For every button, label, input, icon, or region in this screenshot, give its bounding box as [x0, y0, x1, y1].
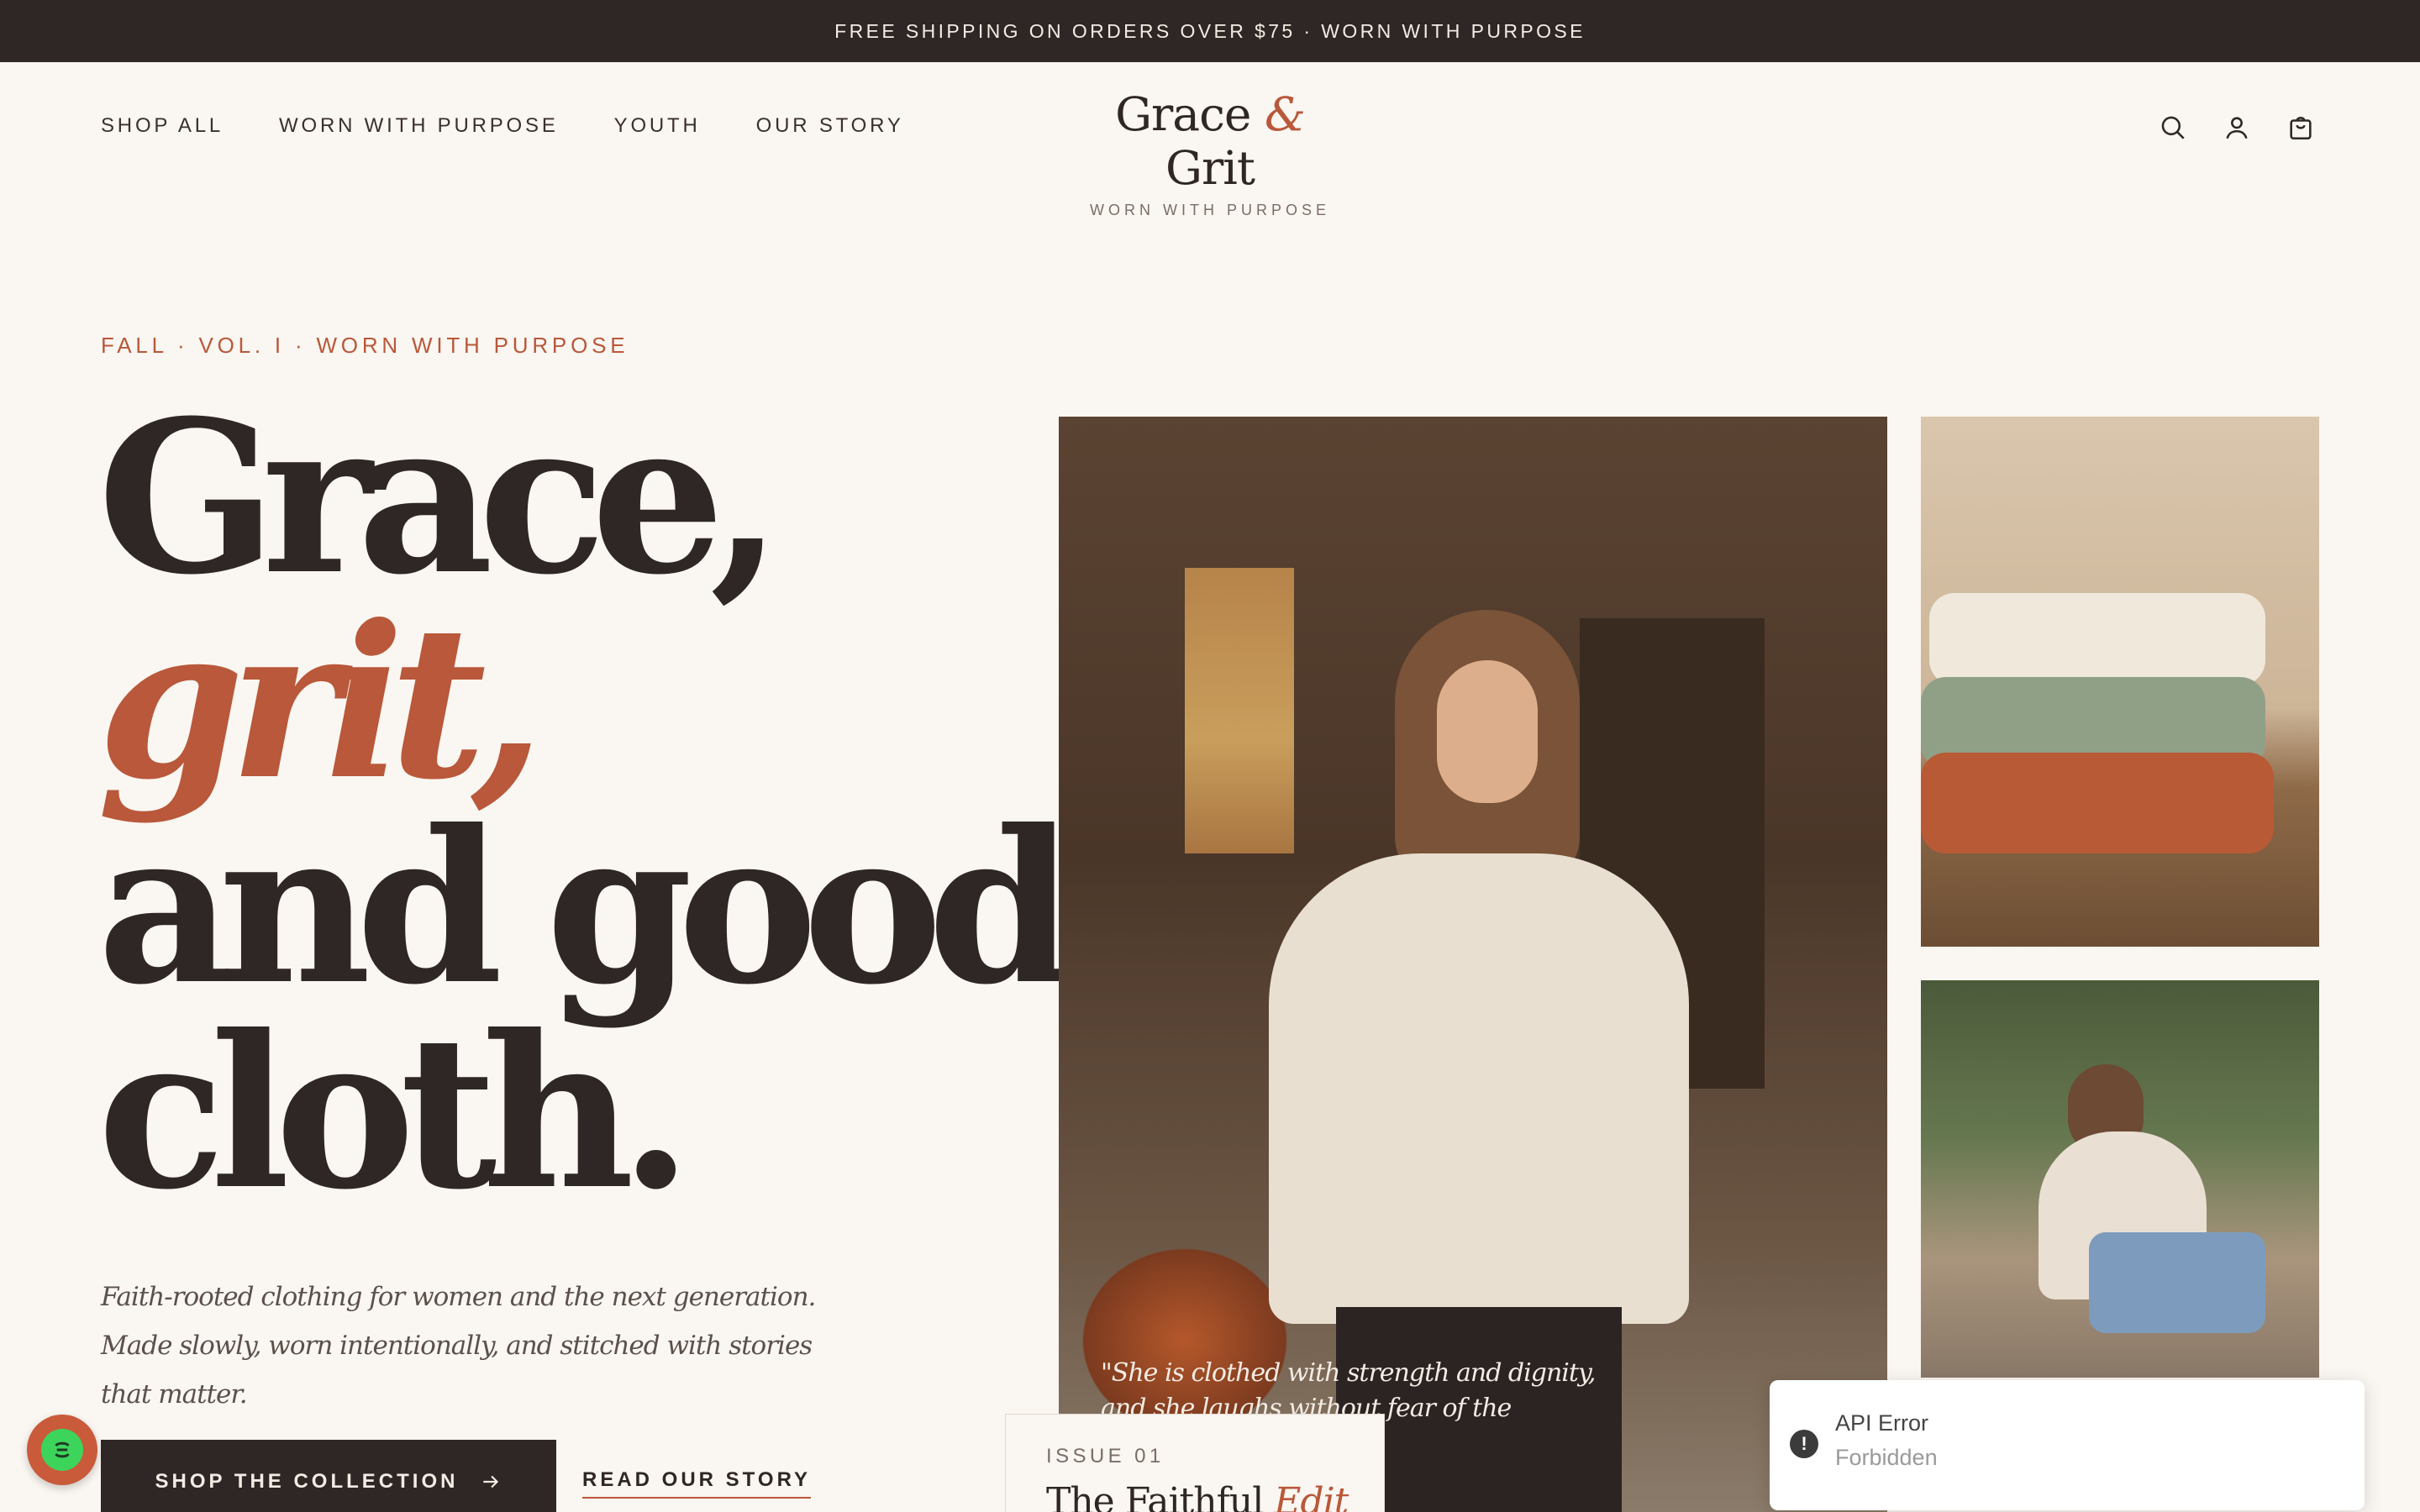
- headline-line-2-accent: grit,: [97, 579, 544, 826]
- logo-wordmark: Grace & Grit: [1076, 87, 1344, 195]
- rust-fold: [1921, 753, 2274, 853]
- logo-word-grit: Grit: [1165, 141, 1255, 195]
- site-header: SHOP ALL WORN WITH PURPOSE YOUTH OUR STO…: [0, 62, 2420, 218]
- issue-card[interactable]: ISSUE 01 The Faithful Edit: [1005, 1414, 1385, 1512]
- logo-tagline: WORN WITH PURPOSE: [1090, 202, 1330, 218]
- issue-label: ISSUE 01: [1046, 1445, 1165, 1467]
- cream-sweatshirt: [1269, 853, 1689, 1324]
- nav-item-our-story[interactable]: OUR STORY: [756, 114, 904, 138]
- toast-title: API Error: [1835, 1410, 1929, 1436]
- nav-item-worn-with-purpose[interactable]: WORN WITH PURPOSE: [279, 114, 559, 138]
- main-nav: SHOP ALL WORN WITH PURPOSE YOUTH OUR STO…: [101, 114, 960, 138]
- announcement-bar: FREE SHIPPING ON ORDERS OVER $75 · WORN …: [0, 0, 2420, 62]
- hero-main-image: [1059, 417, 1887, 1512]
- site-logo[interactable]: Grace & Grit WORN WITH PURPOSE: [1076, 87, 1344, 219]
- reader-jeans: [2089, 1232, 2265, 1333]
- announcement-text: FREE SHIPPING ON ORDERS OVER $75 · WORN …: [834, 19, 1586, 42]
- headline-line-4: cloth.: [97, 989, 692, 1236]
- logo-word-grace: Grace: [1115, 87, 1251, 141]
- hero-subtitle: Faith-rooted clothing for women and the …: [101, 1282, 816, 1410]
- headline-line-3: and good: [97, 784, 1075, 1031]
- headline-line-1: Grace,: [97, 374, 783, 621]
- nav-item-youth[interactable]: YOUTH: [614, 114, 701, 138]
- search-icon[interactable]: [2156, 111, 2190, 144]
- read-story-link[interactable]: READ OUR STORY: [582, 1468, 812, 1499]
- hero-eyebrow: FALL · VOL. I · WORN WITH PURPOSE: [101, 333, 629, 358]
- model-face: [1437, 660, 1538, 803]
- shop-collection-button[interactable]: SHOP THE COLLECTION: [101, 1440, 556, 1512]
- porch-reading-image: [1921, 980, 2319, 1378]
- chat-widget-button[interactable]: [27, 1415, 97, 1485]
- issue-title: The Faithful Edit: [1046, 1480, 1349, 1512]
- issue-title-main: The Faithful: [1046, 1480, 1264, 1512]
- info-icon: !: [1790, 1430, 1818, 1458]
- issue-title-accent: Edit: [1274, 1480, 1349, 1512]
- shop-collection-label: SHOP THE COLLECTION: [155, 1470, 459, 1493]
- chat-icon: [41, 1429, 83, 1471]
- toast-message: Forbidden: [1835, 1445, 1938, 1470]
- hero-headline: Grace, grit, and good cloth.: [97, 374, 1075, 1236]
- account-icon[interactable]: [2220, 111, 2254, 144]
- cart-icon[interactable]: [2284, 111, 2317, 144]
- error-toast[interactable]: ! API Error Forbidden: [1770, 1380, 2365, 1510]
- folded-sweatshirts-image: [1921, 417, 2319, 947]
- header-icons: [2156, 111, 2317, 144]
- logo-ampersand: &: [1264, 87, 1306, 141]
- arrow-right-icon: [483, 1475, 499, 1488]
- stained-glass-window: [1185, 568, 1294, 853]
- nav-item-shop-all[interactable]: SHOP ALL: [101, 114, 224, 138]
- cream-fold: [1929, 593, 2265, 685]
